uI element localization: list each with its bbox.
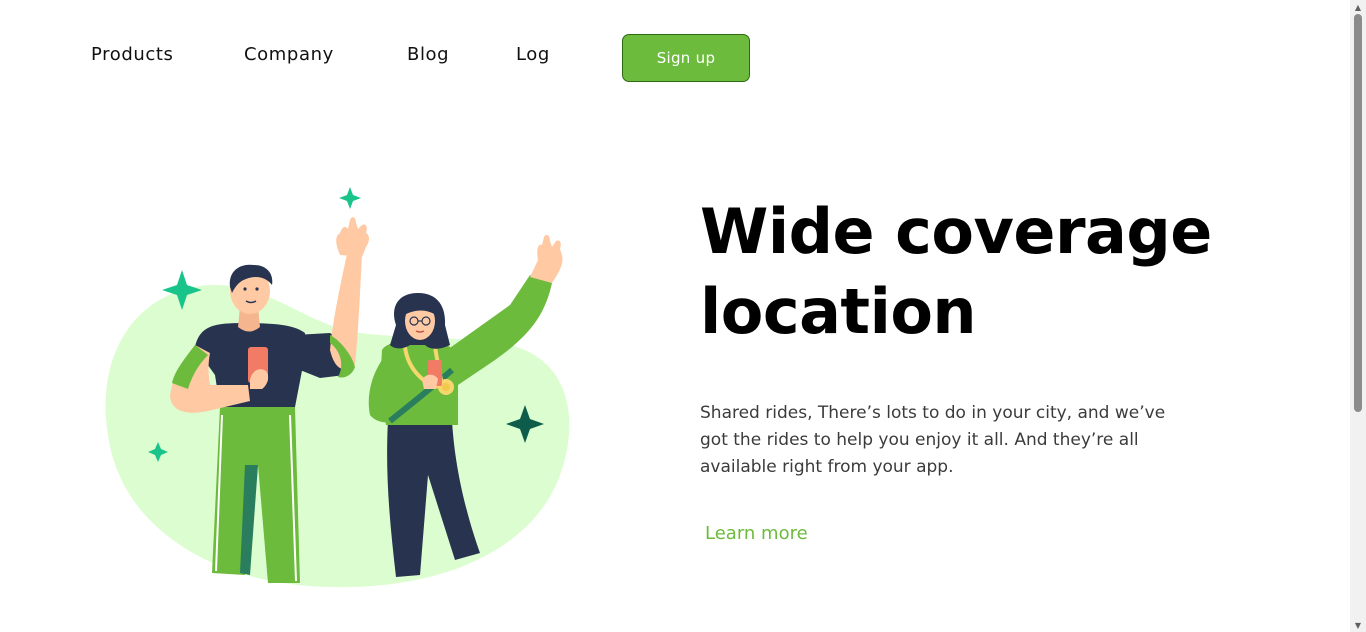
learn-more-link[interactable]: Learn more xyxy=(705,523,808,544)
nav-link-log[interactable]: Log xyxy=(516,44,550,65)
scrollbar-thumb[interactable] xyxy=(1354,14,1362,412)
nav-link-company[interactable]: Company xyxy=(244,44,334,65)
top-navigation: Products Company Blog Log Sign up xyxy=(0,0,1350,110)
scroll-down-arrow-icon[interactable]: ▼ xyxy=(1350,618,1366,632)
hero-description: Shared rides, There’s lots to do in your… xyxy=(700,403,1166,477)
vertical-scrollbar[interactable]: ▲ ▼ xyxy=(1350,0,1366,632)
sparkle-icon xyxy=(339,187,361,209)
signup-button[interactable]: Sign up xyxy=(622,34,750,82)
landing-page: Products Company Blog Log Sign up Wide c… xyxy=(0,0,1366,632)
people-waving-illustration xyxy=(105,187,570,588)
hero-title: Wide coverage location xyxy=(700,195,1212,348)
nav-link-blog[interactable]: Blog xyxy=(407,44,449,65)
hero-illustration xyxy=(90,175,590,595)
nav-link-products[interactable]: Products xyxy=(91,44,174,65)
scroll-up-arrow-icon[interactable]: ▲ xyxy=(1350,0,1366,14)
